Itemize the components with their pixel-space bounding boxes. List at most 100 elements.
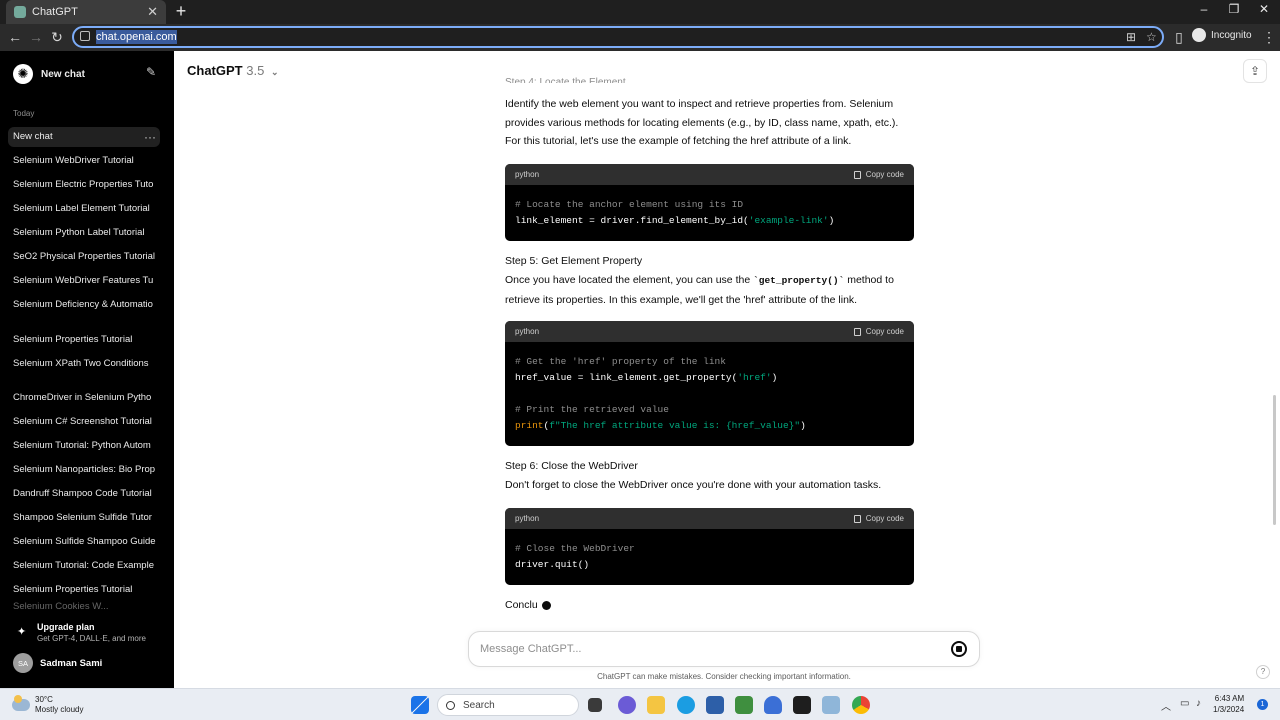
more-options-icon[interactable]: ··· (144, 127, 156, 147)
typing-cursor-icon (541, 600, 551, 610)
network-icon[interactable]: ▭ (1180, 698, 1189, 709)
code-header: python Copy code (505, 321, 914, 342)
message-composer[interactable]: Message ChatGPT... (468, 631, 980, 667)
sidebar-item[interactable]: Selenium Properties Tutorial (8, 580, 160, 600)
sidebar-item[interactable]: Selenium Tutorial: Code Example (8, 556, 160, 576)
upgrade-plan-button[interactable]: ✦ Upgrade plan Get GPT-4, DALL·E, and mo… (13, 621, 163, 645)
sidebar-item[interactable]: Selenium Sulfide Shampoo Guide (8, 532, 160, 552)
photos-icon[interactable] (822, 696, 840, 714)
taskbar-search[interactable]: Search (437, 694, 579, 716)
windows-start-icon[interactable] (411, 696, 429, 714)
code-line: ) (800, 420, 806, 431)
chrome-icon[interactable] (852, 696, 870, 714)
user-profile-button[interactable]: SA Sadman Sami (13, 652, 102, 674)
help-icon[interactable]: ? (1256, 665, 1270, 679)
browser-tab[interactable]: ChatGPT ✕ (6, 0, 166, 24)
forward-arrow-icon[interactable]: → (26, 27, 46, 47)
sidebar-item[interactable]: Selenium Tutorial: Python Autom (8, 436, 160, 456)
site-info-icon[interactable] (80, 31, 90, 41)
browser-menu-icon[interactable]: ⋮ (1262, 29, 1276, 46)
reload-icon[interactable]: ↻ (47, 27, 67, 47)
code-block-get-property: python Copy code # Get the 'href' proper… (505, 321, 914, 446)
sidebar-item[interactable]: Selenium Properties Tutorial (8, 330, 160, 350)
code-line: href_value = link_element.get_property( (515, 372, 738, 383)
file-explorer-icon[interactable] (647, 696, 665, 714)
sidebar-item[interactable]: Shampoo Selenium Sulfide Tutor (8, 508, 160, 528)
sparkle-icon: ✦ (17, 626, 27, 638)
disclaimer: ChatGPT can make mistakes. Consider chec… (597, 672, 851, 681)
sidebar-item[interactable]: Selenium Python Label Tutorial (8, 223, 160, 243)
url-text[interactable]: chat.openai.com (96, 30, 177, 44)
code-block-quit: python Copy code # Close the WebDriver d… (505, 508, 914, 585)
qr-icon[interactable]: ⊞ (1126, 30, 1136, 44)
new-tab-button[interactable]: + (172, 1, 190, 22)
clock-date: 1/3/2024 (1213, 705, 1245, 714)
incognito-indicator[interactable]: Incognito (1192, 28, 1252, 42)
user-name: Sadman Sami (40, 657, 103, 669)
chevron-down-icon: ⌄ (270, 67, 279, 77)
app-icon[interactable] (735, 696, 753, 714)
code-language-label: python (515, 327, 540, 336)
step5-heading: Step 5: Get Element Property (505, 255, 643, 267)
close-tab-icon[interactable]: ✕ (147, 4, 158, 20)
step5-text: Once you have located the element, you c… (505, 274, 754, 286)
store-icon[interactable] (706, 696, 724, 714)
copy-code-button[interactable]: Copy code (853, 170, 904, 179)
stop-generating-icon[interactable] (951, 641, 967, 657)
streaming-partial-text: Conclu (505, 599, 538, 611)
sidebar-item[interactable]: Selenium C# Screenshot Tutorial (8, 412, 160, 432)
chat-app-icon[interactable] (618, 696, 636, 714)
minimize-icon[interactable]: – (1189, 2, 1219, 16)
back-arrow-icon[interactable]: ← (5, 27, 25, 47)
section-today-label: Today (13, 109, 35, 118)
maximize-icon[interactable]: ❐ (1219, 2, 1249, 16)
message-input[interactable]: Message ChatGPT... (480, 643, 582, 655)
window-close-icon[interactable]: ✕ (1249, 2, 1279, 16)
clock[interactable]: 6:43 AM 1/3/2024 (1213, 693, 1244, 715)
code-comment: # Locate the anchor element using its ID (515, 199, 744, 210)
edge-icon[interactable] (677, 696, 695, 714)
sidebar-item[interactable]: Selenium Deficiency & Automatio (8, 295, 160, 315)
sidebar-item[interactable]: Selenium WebDriver Features Tu (8, 271, 160, 291)
copy-code-label: Copy code (865, 170, 904, 179)
tray-chevron-icon[interactable]: ︿ (1161, 698, 1171, 713)
sidebar-item[interactable]: Selenium Electric Properties Tuto (8, 175, 160, 195)
weather-widget[interactable]: 30°C Mostly cloudy (12, 695, 83, 715)
compose-icon[interactable]: ✎ (146, 65, 156, 79)
model-name: ChatGPT (187, 63, 243, 78)
sidebar-item-new-chat[interactable]: New chat ··· (8, 127, 160, 147)
new-chat-button[interactable]: ✺ New chat ✎ (8, 63, 160, 85)
incognito-icon (1192, 28, 1206, 42)
upgrade-subtitle: Get GPT-4, DALL·E, and more (37, 634, 146, 643)
side-panel-icon[interactable]: ▯ (1169, 27, 1189, 47)
sidebar-item[interactable]: SeO2 Physical Properties Tutorial (8, 247, 160, 267)
scrollbar[interactable] (1273, 395, 1276, 525)
sidebar-item[interactable]: Selenium Cookies W... (8, 602, 160, 612)
tab-title: ChatGPT (32, 6, 78, 18)
notification-badge[interactable]: 1 (1257, 699, 1268, 710)
code-block-locate: python Copy code # Locate the anchor ele… (505, 164, 914, 241)
avatar: SA (13, 653, 33, 673)
browser-toolbar: ← → ↻ chat.openai.com ⊞ ☆ ▯ Incognito ⋮ (0, 24, 1280, 51)
sidebar-item[interactable]: ChromeDriver in Selenium Pytho (8, 388, 160, 408)
sidebar-item[interactable]: Dandruff Shampoo Code Tutorial (8, 484, 160, 504)
sidebar-item[interactable]: Selenium XPath Two Conditions (8, 354, 160, 374)
windows-taskbar: 30°C Mostly cloudy Search ︿ ▭ ♪ 6:43 AM … (0, 688, 1280, 720)
volume-icon[interactable]: ♪ (1196, 698, 1201, 709)
code-comment: # Print the retrieved value (515, 404, 669, 415)
model-selector[interactable]: ChatGPT 3.5 ⌄ (187, 63, 279, 78)
sidebar-item[interactable]: Selenium WebDriver Tutorial (8, 151, 160, 171)
copy-code-button[interactable]: Copy code (853, 327, 904, 336)
sidebar-item[interactable]: Selenium Label Element Tutorial (8, 199, 160, 219)
sidebar-item[interactable]: Selenium Nanoparticles: Bio Prop (8, 460, 160, 480)
terminal-icon[interactable] (793, 696, 811, 714)
copy-code-button[interactable]: Copy code (853, 514, 904, 523)
weather-text: 30°C Mostly cloudy (35, 695, 83, 715)
task-view-icon[interactable] (588, 698, 602, 712)
vpn-icon[interactable] (764, 696, 782, 714)
code-string: 'example-link' (748, 215, 829, 226)
address-bar[interactable]: chat.openai.com ⊞ ☆ (72, 26, 1164, 48)
bookmark-star-icon[interactable]: ☆ (1146, 30, 1157, 44)
share-button[interactable]: ⇪ (1243, 59, 1267, 83)
copy-icon (853, 514, 861, 523)
